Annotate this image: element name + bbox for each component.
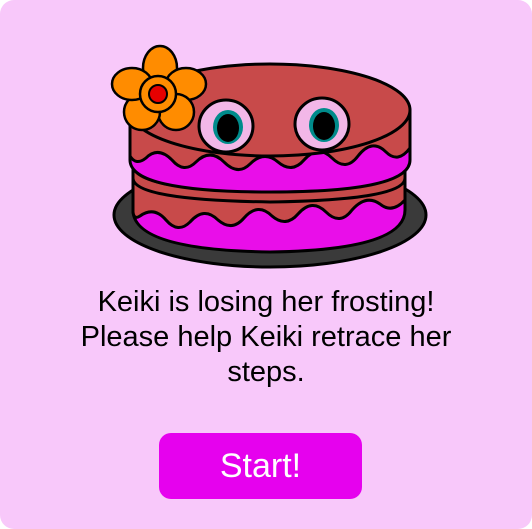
right-eye [293, 96, 351, 152]
flower-icon [110, 44, 208, 132]
start-button[interactable]: Start! [159, 433, 362, 499]
message-line-1: Keiki is losing her frosting! [97, 286, 435, 318]
keiki-cake-illustration [110, 44, 428, 269]
message-line-2: Please help Keiki retrace her [80, 321, 452, 353]
intro-dialog: Keiki is losing her frosting! Please hel… [0, 0, 532, 529]
left-eye [197, 98, 255, 154]
intro-message: Keiki is losing her frosting! Please hel… [20, 285, 512, 390]
message-line-3: steps. [227, 356, 305, 388]
